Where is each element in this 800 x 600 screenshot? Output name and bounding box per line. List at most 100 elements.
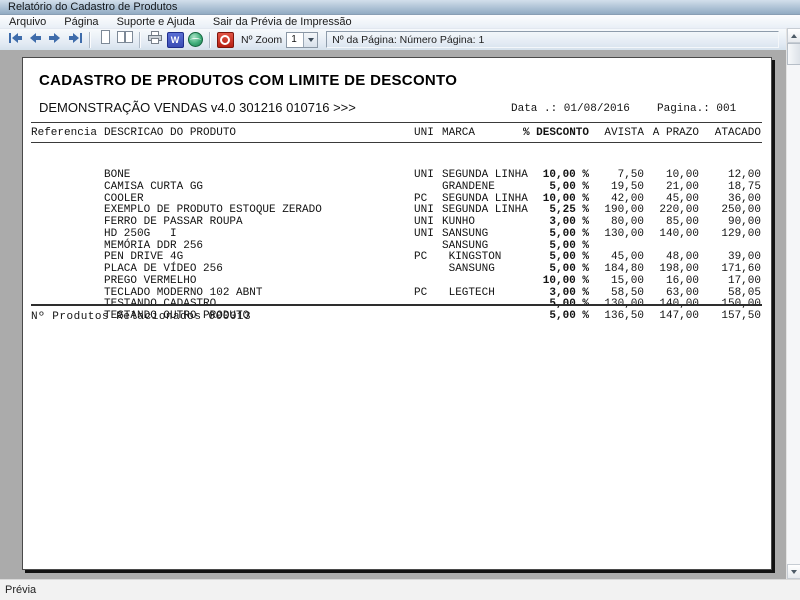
close-preview-button[interactable] [215, 31, 235, 49]
cell-uni: PC [414, 288, 442, 300]
cell-desconto: 10,00 % [511, 276, 589, 288]
title-bar: Relatório do Cadastro de Produtos [0, 0, 800, 15]
report-page-number: Pagina.: 001 [657, 103, 736, 115]
cell-marca: SANSUNG [442, 264, 511, 276]
table-row: PREGO VERMELHO 10,00 % 15,00 16,00 17,00 [31, 276, 761, 288]
scroll-down-button[interactable] [787, 564, 800, 579]
export-html-button[interactable] [185, 31, 205, 49]
arrow-up-icon [791, 34, 797, 38]
cell-uni [414, 264, 442, 276]
cell-avista: 184,80 [589, 264, 644, 276]
table-row: CAMISA CURTA GG GRANDENE 5,00 % 19,50 21… [31, 182, 761, 194]
menu-item[interactable]: Sair da Prévia de Impressão [204, 15, 361, 28]
cell-atacado: 129,00 [699, 229, 761, 241]
cell-uni [414, 276, 442, 288]
cell-desconto: 5,00 % [511, 182, 589, 194]
chevron-down-icon [308, 38, 314, 42]
preview-area: CADASTRO DE PRODUTOS COM LIMITE DE DESCO… [0, 50, 786, 579]
cell-uni: UNI [414, 229, 442, 241]
cell-marca [442, 311, 511, 323]
table-header: Referencia DESCRICAO DO PRODUTO UNI MARC… [31, 127, 761, 139]
single-page-view-button[interactable] [95, 31, 115, 49]
close-preview-icon [217, 32, 234, 48]
report-date: Data .: 01/08/2016 [511, 103, 630, 115]
cell-aprazo: 140,00 [644, 229, 699, 241]
vertical-scrollbar[interactable] [786, 28, 800, 579]
single-page-icon [97, 29, 113, 50]
menu-item[interactable]: Suporte e Ajuda [108, 15, 204, 28]
menu-item-label: Arquivo [9, 16, 46, 28]
print-icon [147, 30, 163, 50]
column-header-referencia: Referencia [31, 127, 104, 139]
menu-item-label: Sair da Prévia de Impressão [213, 16, 352, 28]
prev-page-button[interactable] [25, 31, 45, 49]
cell-referencia [31, 288, 104, 300]
cell-desconto: 10,00 % [511, 170, 589, 182]
menu-item-label: Suporte e Ajuda [117, 16, 195, 28]
menu-item[interactable]: Arquivo [0, 15, 55, 28]
prev-page-icon [28, 31, 42, 49]
export-word-button[interactable]: W [165, 31, 185, 49]
cell-marca: LEGTECH [442, 288, 511, 300]
cell-desconto: 5,00 % [511, 229, 589, 241]
cell-aprazo: 16,00 [644, 276, 699, 288]
column-header-atacado: ATACADO [699, 127, 761, 139]
status-text: Prévia [5, 584, 36, 596]
next-page-button[interactable] [45, 31, 65, 49]
last-page-button[interactable] [65, 31, 85, 49]
cell-aprazo: 147,00 [644, 311, 699, 323]
cell-aprazo: 21,00 [644, 182, 699, 194]
menu-item-label: Página [64, 16, 98, 28]
column-header-descricao: DESCRICAO DO PRODUTO [104, 127, 414, 139]
cell-referencia [31, 241, 104, 253]
report-footer: Nº Produtos Relacionados 000013 [31, 311, 251, 323]
toolbar-separator [89, 32, 91, 48]
cell-descricao: BONE [104, 170, 414, 182]
cell-descricao: CAMISA CURTA GG [104, 182, 414, 194]
first-page-button[interactable] [5, 31, 25, 49]
cell-aprazo: 198,00 [644, 264, 699, 276]
cell-uni: UNI [414, 170, 442, 182]
cell-avista: 130,00 [589, 229, 644, 241]
divider [31, 122, 762, 123]
cell-atacado: 171,60 [699, 264, 761, 276]
column-header-avista: AVISTA [589, 127, 644, 139]
cell-descricao: PREGO VERMELHO [104, 276, 414, 288]
table-row: BONE UNI SEGUNDA LINHA 10,00 % 7,50 10,0… [31, 170, 761, 182]
scroll-up-button[interactable] [787, 28, 800, 43]
zoom-dropdown-button[interactable] [303, 33, 317, 47]
cell-uni [414, 182, 442, 194]
cell-atacado: 12,00 [699, 170, 761, 182]
cell-uni: UNI [414, 217, 442, 229]
scrollbar-thumb[interactable] [787, 43, 800, 65]
zoom-dropdown[interactable]: 1 [286, 32, 318, 48]
print-button[interactable] [145, 31, 165, 49]
two-pages-icon [116, 29, 134, 50]
report-title: CADASTRO DE PRODUTOS COM LIMITE DE DESCO… [39, 72, 457, 89]
cell-avista: 7,50 [589, 170, 644, 182]
toolbar-separator [209, 32, 211, 48]
two-pages-view-button[interactable] [115, 31, 135, 49]
report-subtitle: DEMONSTRAÇÃO VENDAS v4.0 301216 010716 >… [39, 100, 356, 115]
cell-avista: 80,00 [589, 217, 644, 229]
cell-referencia [31, 170, 104, 182]
page-info-text: Nº da Página: Número Página: 1 [332, 34, 484, 46]
table-row: FERRO DE PASSAR ROUPA UNI KUNHO 3,00 % 8… [31, 217, 761, 229]
cell-aprazo: 10,00 [644, 170, 699, 182]
next-page-icon [48, 31, 62, 49]
cell-referencia [31, 276, 104, 288]
menu-item[interactable]: Página [55, 15, 107, 28]
divider [31, 142, 762, 143]
cell-referencia [31, 194, 104, 206]
cell-desconto: 5,00 % [511, 264, 589, 276]
cell-uni: PC [414, 252, 442, 264]
column-header-aprazo: A PRAZO [644, 127, 699, 139]
cell-aprazo: 85,00 [644, 217, 699, 229]
cell-desconto: 5,00 % [511, 311, 589, 323]
column-header-uni: UNI [414, 127, 442, 139]
export-html-icon [188, 32, 203, 47]
toolbar: W Nº Zoom 1 Nº da Página: Número Página:… [0, 29, 786, 51]
cell-avista: 136,50 [589, 311, 644, 323]
cell-desconto: 3,00 % [511, 217, 589, 229]
page-info-panel: Nº da Página: Número Página: 1 [326, 31, 779, 48]
